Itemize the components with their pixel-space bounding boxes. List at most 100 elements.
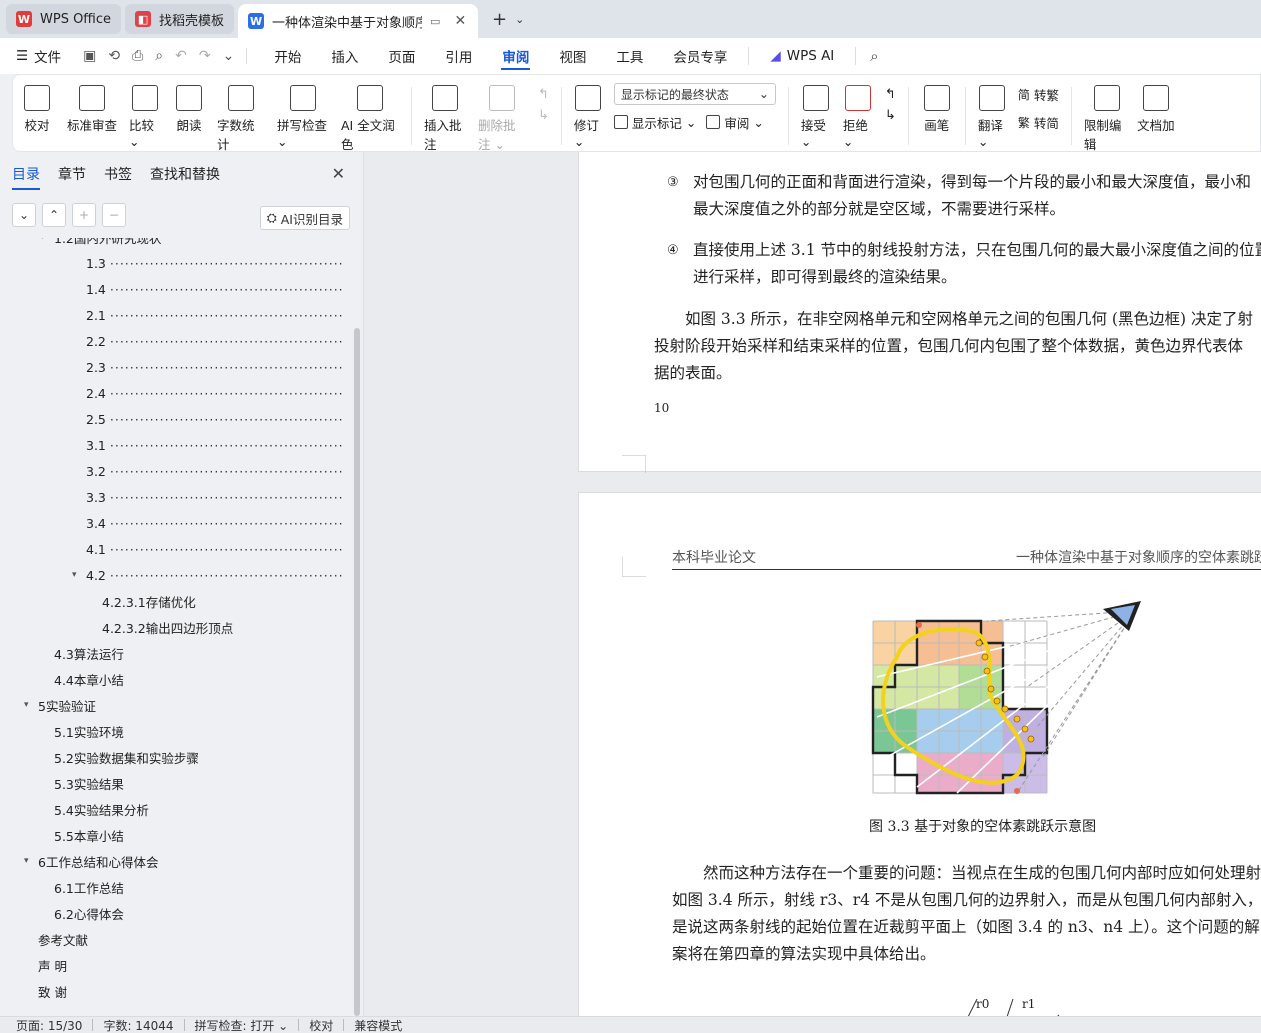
menu-home[interactable]: 开始 xyxy=(259,38,316,74)
menu-view[interactable]: 视图 xyxy=(544,38,601,74)
toc-item[interactable]: 4.3算法运行 xyxy=(0,640,350,666)
toc-item[interactable]: 致 谢 xyxy=(0,978,350,1004)
prev-change-icon[interactable]: ↰ xyxy=(885,87,896,102)
remove-heading-button[interactable]: − xyxy=(102,203,126,227)
toc-item[interactable]: 4.2.3.2输出四边形顶点 xyxy=(0,614,350,640)
toc-item[interactable]: 1.3 ·····································… xyxy=(0,250,350,276)
menu-review[interactable]: 审阅 xyxy=(487,38,544,74)
toc-item[interactable]: 5.2实验数据集和实验步骤 xyxy=(0,744,350,770)
accept-button[interactable]: 接受 ⌄ xyxy=(795,83,837,149)
redo-icon[interactable]: ↷ xyxy=(199,48,211,64)
doc-encrypt-button[interactable]: 文档加 xyxy=(1136,83,1176,134)
toc-item[interactable]: 1.4 ·····································… xyxy=(0,276,350,302)
search-icon[interactable]: ⌕ xyxy=(870,47,878,65)
more-chevron-icon[interactable]: ⌄ xyxy=(223,48,235,64)
tab-toc[interactable]: 目录 xyxy=(12,152,40,196)
tab-wps-office[interactable]: W WPS Office xyxy=(6,4,122,34)
print-preview-icon[interactable]: ⌕ xyxy=(155,48,163,64)
translate-button[interactable]: 翻译 ⌄ xyxy=(972,83,1012,149)
chevron-down-icon[interactable]: ⌄ xyxy=(515,13,524,26)
tab-document[interactable]: W 一种体渲染中基于对象顺序的 ▭ ✕ xyxy=(238,4,479,38)
read-aloud-button[interactable]: 朗读 xyxy=(167,83,211,134)
close-pane-icon[interactable]: ✕ xyxy=(332,164,345,183)
export-icon[interactable]: ⟲ xyxy=(108,48,120,64)
save-icon[interactable]: ▣ xyxy=(83,48,96,64)
spell-check-indicator[interactable]: 拼写检查: 打开 ⌄ xyxy=(195,1017,289,1033)
word-count-button[interactable]: 字数统计 xyxy=(211,83,271,153)
toc-item[interactable]: 5.3实验结果 xyxy=(0,770,350,796)
expand-arrow-icon[interactable]: ▾ xyxy=(72,570,86,580)
menu-reference[interactable]: 引用 xyxy=(430,38,487,74)
reject-button[interactable]: 拒绝 ⌄ xyxy=(837,83,879,149)
toc-item[interactable]: 2.3 ·····································… xyxy=(0,354,350,380)
expand-all-button[interactable]: ⌄ xyxy=(12,203,36,227)
toc-item[interactable]: 6.1工作总结 xyxy=(0,874,350,900)
expand-arrow-icon[interactable]: ▾ xyxy=(40,238,54,242)
expand-arrow-icon[interactable]: ▾ xyxy=(24,700,38,710)
restrict-edit-button[interactable]: 限制编辑 xyxy=(1078,83,1136,153)
tab-template[interactable]: ◧ 找稻壳模板 xyxy=(125,4,235,34)
menu-tools[interactable]: 工具 xyxy=(601,38,658,74)
new-tab-icon[interactable]: + xyxy=(492,9,507,30)
to-traditional-button[interactable]: 简 转繁 xyxy=(1018,83,1059,105)
toc-item[interactable]: 4.1 ·····································… xyxy=(0,536,350,562)
file-menu[interactable]: ☰ 文件 xyxy=(16,46,61,66)
pen-button[interactable]: 画笔 xyxy=(915,83,959,134)
next-change-icon[interactable]: ↳ xyxy=(885,108,896,123)
toc-item[interactable]: 5.5本章小结 xyxy=(0,822,350,848)
tab-chapters[interactable]: 章节 xyxy=(58,152,86,196)
toc-item[interactable]: 声 明 xyxy=(0,952,350,978)
next-comment-icon[interactable]: ↳ xyxy=(538,108,549,123)
toc-item[interactable]: 5.1实验环境 xyxy=(0,718,350,744)
toc-item[interactable]: 4.2.3.1存储优化 xyxy=(0,588,350,614)
markup-display-select[interactable]: 显示标记的最终状态 ⌄ xyxy=(613,83,776,105)
insert-comment-button[interactable]: 插入批注 xyxy=(418,83,472,153)
to-simplified-button[interactable]: 繁 转简 xyxy=(1018,111,1059,133)
prev-comment-icon[interactable]: ↰ xyxy=(538,87,549,102)
proofread-button[interactable]: 校对 xyxy=(13,83,61,134)
undo-icon[interactable]: ↶ xyxy=(175,48,187,64)
toc-item[interactable]: 3.2 ·····································… xyxy=(0,458,350,484)
collapse-all-button[interactable]: ⌃ xyxy=(42,203,66,227)
word-count-indicator[interactable]: 字数: 14044 xyxy=(103,1017,173,1033)
menu-page[interactable]: 页面 xyxy=(373,38,430,74)
toc-item[interactable]: 3.4 ·····································… xyxy=(0,510,350,536)
review-pane-button[interactable]: 审阅 ⌄ xyxy=(706,111,764,133)
menu-wps-ai[interactable]: ◢ WPS AI xyxy=(755,38,849,74)
toc-item[interactable]: 6.2心得体会 xyxy=(0,900,350,926)
std-review-button[interactable]: 标准审查 xyxy=(61,83,123,134)
toc-item[interactable]: 2.2 ·····································… xyxy=(0,328,350,354)
delete-comment-button[interactable]: 删除批注 ⌄ xyxy=(472,83,532,153)
toc-item[interactable]: ▾ 5实验验证 xyxy=(0,692,350,718)
ai-toc-button[interactable]: ⛭ AI识别目录 xyxy=(259,206,350,230)
compare-button[interactable]: 比较 ⌄ xyxy=(123,83,167,149)
toc-item[interactable]: 2.4 ·····································… xyxy=(0,380,350,406)
toc-item[interactable]: 5.4实验结果分析 xyxy=(0,796,350,822)
expand-arrow-icon[interactable]: ▾ xyxy=(24,856,38,866)
page-indicator[interactable]: 页面: 15/30 xyxy=(16,1017,82,1033)
revise-button[interactable]: 修订 ⌄ xyxy=(568,83,608,149)
add-heading-button[interactable]: + xyxy=(72,203,96,227)
toc-item[interactable]: 2.5 ·····································… xyxy=(0,406,350,432)
spell-check-button[interactable]: 拼写检查 ⌄ xyxy=(271,83,335,149)
toc-item[interactable]: 参考文献 xyxy=(0,926,350,952)
toc-item[interactable]: 2.1 ·····································… xyxy=(0,302,350,328)
toc-item[interactable]: ▾ 4.2 ····································… xyxy=(0,562,350,588)
show-markup-button[interactable]: 显示标记 ⌄ xyxy=(613,111,696,133)
proofread-indicator[interactable]: 校对 xyxy=(309,1017,333,1033)
toc-item[interactable]: 4.4本章小结 xyxy=(0,666,350,692)
tab-bookmarks[interactable]: 书签 xyxy=(104,152,132,196)
ai-toc-label: AI识别目录 xyxy=(280,211,343,227)
toc-item[interactable]: 3.3 ·····································… xyxy=(0,484,350,510)
toc-item[interactable]: ▾1.2国内外研究现状 xyxy=(0,238,350,250)
tab-find-replace[interactable]: 查找和替换 xyxy=(150,152,220,196)
print-icon[interactable]: ⎙ xyxy=(132,48,143,64)
toc-item[interactable]: ▾ 6工作总结和心得体会 xyxy=(0,848,350,874)
toc-scrollbar[interactable] xyxy=(354,328,360,1016)
close-tab-icon[interactable]: ✕ xyxy=(454,13,466,29)
monitor-icon[interactable]: ▭ xyxy=(430,15,440,28)
ai-polish-button[interactable]: AI 全文润色 xyxy=(335,83,405,153)
toc-item[interactable]: 3.1 ·····································… xyxy=(0,432,350,458)
menu-member[interactable]: 会员专享 xyxy=(658,38,742,74)
menu-insert[interactable]: 插入 xyxy=(316,38,373,74)
